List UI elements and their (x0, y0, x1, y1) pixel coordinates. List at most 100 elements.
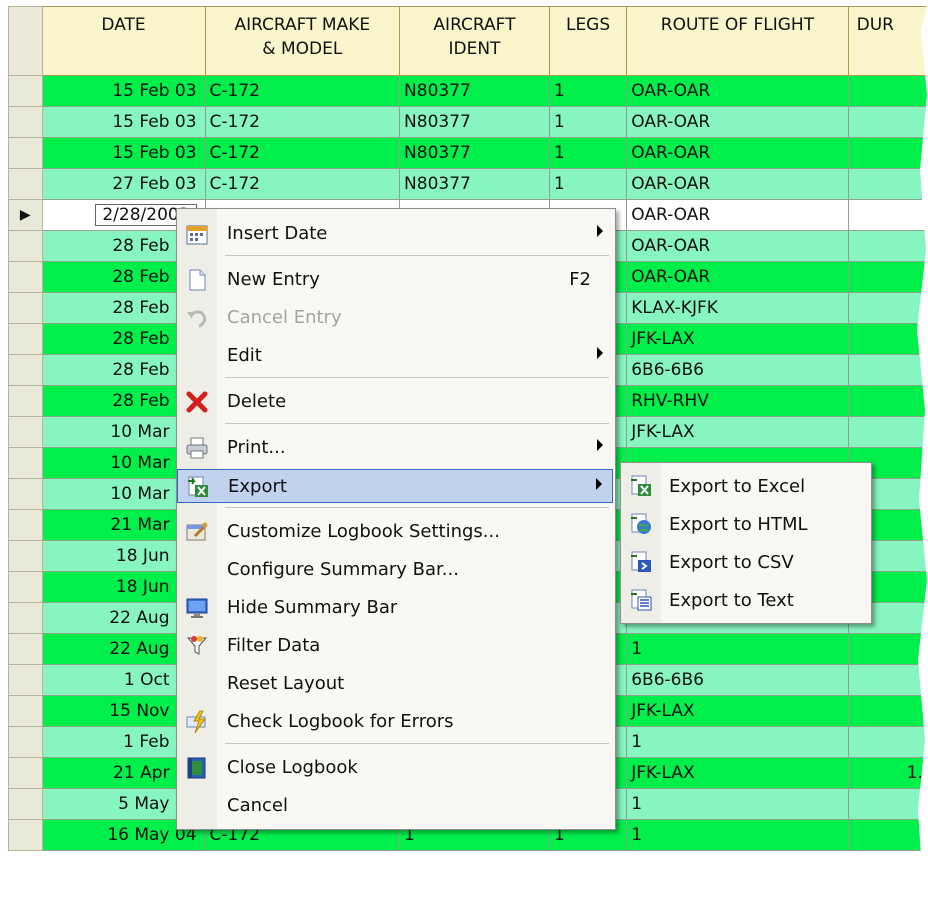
submenu-item-export-to-csv[interactable]: Export to CSV (621, 543, 869, 581)
row-selector[interactable] (8, 354, 43, 386)
cell-route[interactable]: OAR-OAR (626, 230, 849, 262)
cell-legs[interactable]: 1 (548, 137, 628, 169)
cell-route[interactable]: JFK-LAX (626, 416, 849, 448)
cell-dur[interactable] (847, 199, 928, 231)
cell-legs[interactable]: 1 (548, 75, 628, 107)
cell-dur[interactable] (847, 788, 928, 820)
table-row[interactable]: 27 Feb 03 C-172 N80377 1 OAR-OAR (8, 168, 928, 200)
row-selector[interactable] (8, 168, 43, 200)
row-selector[interactable]: ▶ (8, 199, 43, 231)
row-selector[interactable] (8, 292, 43, 324)
row-selector[interactable] (8, 757, 43, 789)
cell-route[interactable]: OAR-OAR (626, 106, 849, 138)
row-selector[interactable] (8, 106, 43, 138)
cell-legs[interactable]: 1 (548, 106, 628, 138)
menu-item-insert-date[interactable]: Insert Date (177, 217, 613, 251)
cell-legs[interactable]: 1 (548, 168, 628, 200)
cell-route[interactable]: JFK-LAX (626, 323, 849, 355)
cell-ident[interactable]: N80377 (399, 168, 550, 200)
column-header-date[interactable]: DATE (41, 6, 206, 76)
column-header-duration[interactable]: DUR (847, 6, 928, 76)
row-selector[interactable] (8, 323, 43, 355)
row-selector[interactable] (8, 447, 43, 479)
menu-item-configure-summary-bar[interactable]: Configure Summary Bar... (177, 553, 613, 587)
row-selector[interactable] (8, 509, 43, 541)
column-header-model[interactable]: AIRCRAFT MAKE & MODEL (204, 6, 401, 76)
menu-item-cancel[interactable]: Cancel (177, 789, 613, 823)
cell-dur[interactable] (847, 385, 928, 417)
table-row[interactable]: 15 Feb 03 C-172 N80377 1 OAR-OAR (8, 137, 928, 169)
submenu-item-export-to-html[interactable]: Export to HTML (621, 505, 869, 543)
cell-route[interactable]: OAR-OAR (626, 137, 849, 169)
column-header-legs[interactable]: LEGS (548, 6, 628, 76)
row-selector[interactable] (8, 478, 43, 510)
cell-route[interactable]: OAR-OAR (626, 168, 849, 200)
menu-item-edit[interactable]: Edit (177, 339, 613, 373)
table-row[interactable]: 15 Feb 03 C-172 N80377 1 OAR-OAR (8, 106, 928, 138)
menu-item-close-logbook[interactable]: Close Logbook (177, 751, 613, 785)
cell-ident[interactable]: N80377 (399, 137, 550, 169)
row-selector[interactable] (8, 819, 43, 851)
menu-item-check-logbook-for-errors[interactable]: Check Logbook for Errors (177, 705, 613, 739)
cell-dur[interactable] (847, 323, 928, 355)
row-selector[interactable] (8, 230, 43, 262)
cell-route[interactable]: OAR-OAR (626, 75, 849, 107)
cell-model[interactable]: C-172 (204, 75, 401, 107)
menu-item-print[interactable]: Print... (177, 431, 613, 465)
cell-route[interactable]: RHV-RHV (626, 385, 849, 417)
menu-item-customize-logbook-settings[interactable]: Customize Logbook Settings... (177, 515, 613, 549)
cell-dur[interactable] (847, 75, 928, 107)
cell-model[interactable]: C-172 (204, 137, 401, 169)
cell-date[interactable]: 27 Feb 03 (41, 168, 206, 200)
table-row[interactable]: 15 Feb 03 C-172 N80377 1 OAR-OAR (8, 75, 928, 107)
cell-route[interactable]: JFK-LAX (626, 757, 849, 789)
row-selector[interactable] (8, 695, 43, 727)
row-selector[interactable] (8, 664, 43, 696)
cell-dur[interactable] (847, 261, 928, 293)
cell-model[interactable]: C-172 (204, 106, 401, 138)
cell-route[interactable]: OAR-OAR (626, 261, 849, 293)
row-selector[interactable] (8, 788, 43, 820)
row-selector[interactable] (8, 633, 43, 665)
cell-route[interactable]: 1 (626, 788, 849, 820)
cell-date[interactable]: 15 Feb 03 (41, 75, 206, 107)
row-selector[interactable] (8, 261, 43, 293)
column-header-ident[interactable]: AIRCRAFT IDENT (399, 6, 550, 76)
column-header-route[interactable]: ROUTE OF FLIGHT (626, 6, 849, 76)
menu-item-filter-data[interactable]: Filter Data (177, 629, 613, 663)
row-selector[interactable] (8, 75, 43, 107)
cell-route[interactable]: 1 (626, 819, 849, 851)
menu-item-export[interactable]: Export (177, 469, 613, 503)
cell-dur[interactable] (847, 633, 928, 665)
cell-dur[interactable] (847, 106, 928, 138)
cell-dur[interactable] (847, 664, 928, 696)
row-selector[interactable] (8, 540, 43, 572)
menu-item-hide-summary-bar[interactable]: Hide Summary Bar (177, 591, 613, 625)
row-selector[interactable] (8, 137, 43, 169)
cell-route[interactable]: JFK-LAX (626, 695, 849, 727)
cell-ident[interactable]: N80377 (399, 75, 550, 107)
cell-dur[interactable] (847, 695, 928, 727)
cell-dur[interactable] (847, 292, 928, 324)
menu-item-delete[interactable]: Delete (177, 385, 613, 419)
cell-route[interactable]: KLAX-KJFK (626, 292, 849, 324)
cell-dur[interactable] (847, 230, 928, 262)
cell-route[interactable]: OAR-OAR (626, 199, 849, 231)
cell-route[interactable]: 1 (626, 633, 849, 665)
cell-dur[interactable]: 1. (847, 757, 928, 789)
cell-date[interactable]: 15 Feb 03 (41, 106, 206, 138)
menu-item-reset-layout[interactable]: Reset Layout (177, 667, 613, 701)
cell-ident[interactable]: N80377 (399, 106, 550, 138)
cell-date[interactable]: 15 Feb 03 (41, 137, 206, 169)
row-selector[interactable] (8, 416, 43, 448)
cell-dur[interactable] (847, 354, 928, 386)
cell-dur[interactable] (847, 726, 928, 758)
cell-model[interactable]: C-172 (204, 168, 401, 200)
cell-dur[interactable] (847, 137, 928, 169)
submenu-item-export-to-excel[interactable]: Export to Excel (621, 467, 869, 505)
row-selector[interactable] (8, 726, 43, 758)
row-selector[interactable] (8, 602, 43, 634)
menu-item-new-entry[interactable]: New Entry F2 (177, 263, 613, 297)
cell-route[interactable]: 6B6-6B6 (626, 354, 849, 386)
cell-dur[interactable] (847, 416, 928, 448)
